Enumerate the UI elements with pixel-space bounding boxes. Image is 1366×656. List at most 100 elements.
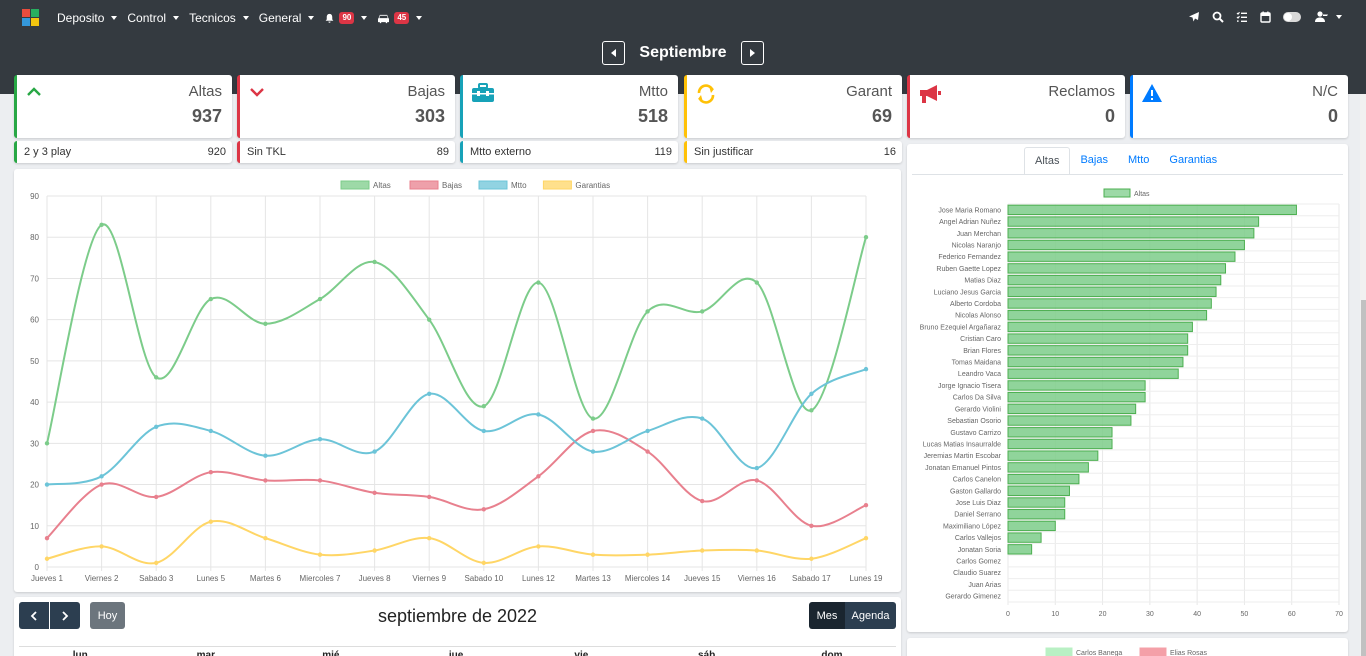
menu-tecnicos-label: Tecnicos [189, 11, 236, 25]
menu-control[interactable]: Control [127, 11, 180, 25]
bar [1007, 462, 1089, 473]
data-point-altas [99, 222, 104, 228]
stat-card-altas[interactable]: Altas 937 [14, 75, 232, 138]
bar [1007, 415, 1132, 426]
caret-down-icon [308, 16, 315, 20]
x-tick-label: Jueves 8 [359, 574, 392, 583]
y-tick-label: 70 [30, 274, 39, 283]
view-month-button[interactable]: Mes [809, 602, 845, 629]
data-point-altas [863, 235, 869, 240]
data-point-mtto [481, 428, 486, 434]
bar [1007, 251, 1236, 262]
menu-deposito[interactable]: Deposito [57, 11, 118, 25]
caret-right-icon [749, 49, 755, 57]
user-menu[interactable] [1313, 11, 1342, 23]
legend-label: Bajas [442, 181, 462, 190]
legend-label: Elias Rosas [1170, 650, 1207, 656]
daily-line-chart-card: Altas Bajas Mtto Garantias 0 10 20 30 40 50 60 70 80… [14, 169, 901, 592]
data-point-bajas [645, 449, 650, 454]
weekday-label: vie. [574, 650, 592, 656]
x-tick-label: Lunes 19 [850, 574, 883, 583]
data-point-mtto [863, 366, 869, 372]
x-tick-label: Miercoles 14 [625, 574, 671, 583]
substat-garant: Sin justificar 16 [684, 141, 902, 163]
bar [1007, 520, 1056, 532]
prev-month-button[interactable] [602, 41, 626, 65]
substat-value: 89 [436, 146, 449, 158]
substat-value: 16 [883, 146, 896, 158]
weekday-label: lun. [72, 650, 91, 656]
y-tick-label: Cristian Caro [960, 336, 1001, 343]
y-tick-label: Carlos Gomez [956, 559, 1001, 566]
y-tick-label: Maximiliano López [943, 523, 1001, 530]
y-tick-label: Matias Diaz [964, 278, 1001, 285]
x-tick-label: Sabado 10 [464, 574, 503, 583]
y-tick-label: 10 [30, 522, 39, 531]
stat-title: Altas [188, 83, 222, 100]
data-point-bajas [754, 478, 759, 483]
send-icon[interactable] [1188, 11, 1200, 23]
data-point-mtto [44, 482, 50, 487]
y-tick-label: Alberto Cordoba [950, 301, 1001, 308]
stat-card-garant[interactable]: Garant 69 [684, 75, 902, 138]
x-tick-label: 0 [1006, 611, 1010, 618]
y-tick-label: Federico Fernandez [938, 254, 1001, 261]
tasks-icon[interactable] [1236, 11, 1248, 23]
stat-card-reclamos[interactable]: Reclamos 0 [907, 75, 1125, 138]
bar [1007, 310, 1208, 321]
y-tick-label: Jeremias Martin Escobar [924, 453, 1002, 460]
x-tick-label: 40 [1193, 611, 1201, 618]
data-point-bajas [154, 494, 159, 500]
data-point-garantias [481, 560, 486, 566]
data-point-garantias [154, 560, 159, 566]
y-tick-label: Juan Merchan [957, 231, 1001, 238]
menu-general[interactable]: General [259, 11, 315, 25]
menu-tecnicos[interactable]: Tecnicos [189, 11, 249, 25]
legend-label: Mtto [511, 181, 527, 190]
y-tick-label: 0 [35, 563, 40, 572]
substat-label: Sin TKL [247, 146, 286, 158]
data-point-altas [208, 296, 213, 302]
data-point-altas [645, 309, 650, 314]
bar [1007, 391, 1146, 403]
data-point-bajas [863, 502, 869, 508]
data-point-altas [44, 441, 50, 446]
y-tick-label: 30 [30, 439, 39, 448]
app-logo[interactable] [22, 9, 40, 27]
stat-card-mtto[interactable]: Mtto 518 [460, 75, 678, 138]
bar [1007, 274, 1222, 286]
stat-card-nc[interactable]: N/C 0 [1130, 75, 1348, 138]
secondary-chart-legend: Carlos Banega Elias Rosas [1045, 647, 1207, 656]
page-scrollbar-thumb[interactable] [1361, 300, 1366, 656]
bar [1007, 509, 1066, 520]
y-tick-label: Luciano Jesus Garcia [934, 289, 1001, 296]
bar [1007, 333, 1189, 344]
y-tick-label: Claudio Suarez [953, 570, 1001, 577]
calendar-icon[interactable] [1260, 11, 1271, 23]
stat-value: 69 [871, 106, 892, 126]
y-tick-label: Jorge Ignacio Tisera [938, 383, 1001, 390]
dark-mode-toggle[interactable] [1283, 12, 1301, 22]
y-tick-label: Gaston Gallardo [950, 488, 1001, 495]
vehicles-menu[interactable]: 45 [377, 12, 423, 24]
search-icon[interactable] [1212, 11, 1224, 23]
view-agenda-button[interactable]: Agenda [845, 602, 896, 629]
legend-swatch [478, 180, 508, 190]
line-chart-legend: Altas Bajas Mtto Garantias [340, 180, 610, 190]
caret-down-icon [1336, 15, 1342, 19]
data-point-garantias [427, 535, 432, 541]
data-point-bajas [809, 523, 814, 528]
y-tick-label: Gerardo Gimenez [945, 594, 1001, 601]
next-month-button[interactable] [740, 41, 764, 65]
y-tick-label: Juan Arias [968, 582, 1001, 589]
data-point-garantias [99, 544, 104, 549]
y-tick-label: Tomas Maidana [952, 360, 1002, 367]
menu-control-label: Control [127, 11, 167, 25]
stat-card-bajas[interactable]: Bajas 303 [237, 75, 455, 138]
data-point-bajas [427, 494, 432, 500]
notifications-menu[interactable]: 90 [324, 12, 368, 24]
legend-label: Carlos Banega [1076, 650, 1122, 656]
data-point-bajas [700, 498, 705, 504]
data-point-mtto [372, 449, 377, 454]
substat-label: Sin justificar [694, 146, 754, 158]
